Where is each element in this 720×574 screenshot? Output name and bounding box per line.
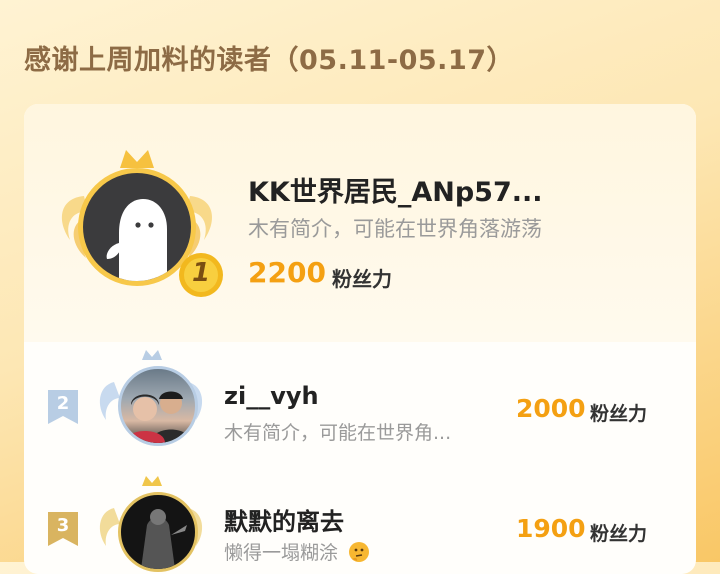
reader-name[interactable]: KK世界居民_ANp57... — [248, 170, 543, 209]
page-title: 感谢上周加料的读者（05.11-05.17） — [24, 45, 515, 76]
fan-power-value: 2000 — [516, 394, 586, 423]
reader-name[interactable]: zi__vyh — [224, 382, 319, 410]
reader-row-rank-1[interactable]: 1 KK世界居民_ANp57... 木有简介，可能在世界角落游荡 2200 粉丝… — [24, 104, 696, 342]
rank-2-number: 2 — [56, 393, 70, 414]
rank-3-number: 3 — [56, 515, 70, 536]
rank-1-number: 1 — [191, 258, 211, 288]
rank-3-badge: 3 — [48, 512, 78, 546]
fan-power-label: 粉丝力 — [332, 267, 392, 291]
avatar-frame-gold: 1 — [54, 148, 223, 298]
reader-description: 木有简介，可能在世界角落游荡 — [248, 217, 542, 241]
avatar-photo — [118, 492, 198, 572]
reader-name[interactable]: 默默的离去 — [224, 502, 344, 537]
reader-description: 懒得一塌糊涂 — [224, 538, 370, 565]
reader-description-text: 懒得一塌糊涂 — [224, 542, 339, 564]
thinking-emoji-icon — [349, 542, 370, 562]
avatar-photo — [118, 366, 198, 446]
fan-power-value: 1900 — [516, 514, 586, 543]
default-avatar-ghost-icon — [106, 199, 167, 281]
fan-power-label: 粉丝力 — [590, 403, 648, 425]
avatar-people-photo — [125, 391, 191, 443]
avatar-frame-bronze — [96, 476, 206, 574]
fan-power-label: 粉丝力 — [590, 523, 648, 545]
reader-ranking-card: 1 KK世界居民_ANp57... 木有简介，可能在世界角落游荡 2200 粉丝… — [24, 104, 696, 574]
reader-row-rank-2[interactable]: 2 zi__vyh 木有简介，可能在世界角... 2000 粉丝力 — [24, 342, 696, 462]
reader-description: 木有简介，可能在世界角... — [224, 422, 452, 444]
avatar-dark-photo — [141, 509, 187, 569]
rank-2-badge: 2 — [48, 390, 78, 424]
reader-row-rank-3[interactable]: 3 默默的离去 懒得一塌糊涂 1900 粉丝力 — [24, 468, 696, 574]
fan-power-value: 2200 — [248, 256, 326, 289]
avatar-frame-silver — [96, 350, 206, 462]
